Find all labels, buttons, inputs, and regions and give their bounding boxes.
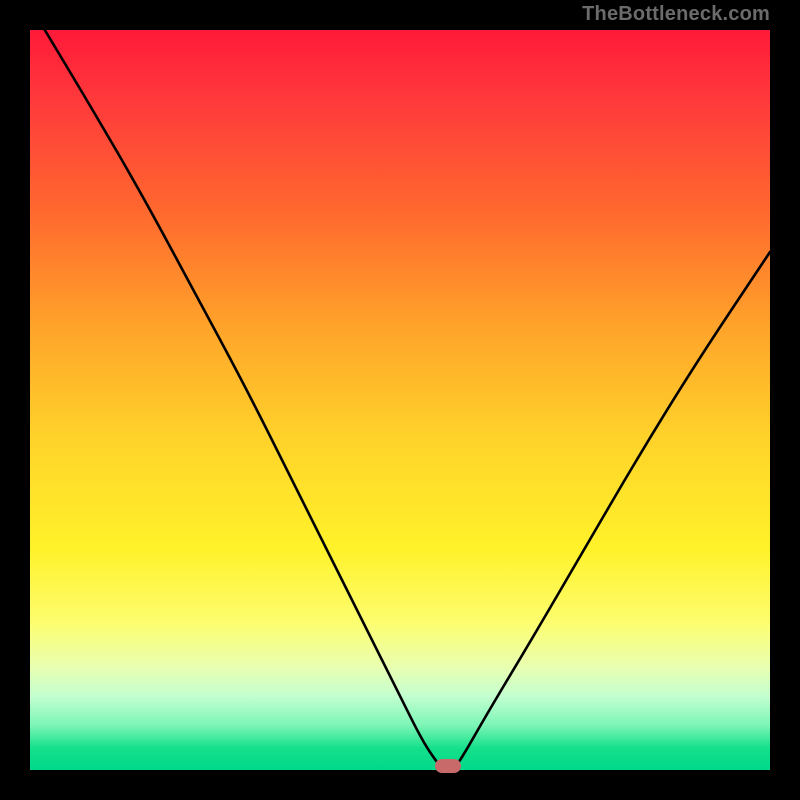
plot-area [30, 30, 770, 770]
watermark-text: TheBottleneck.com [582, 4, 770, 24]
bottleneck-curve-path [45, 30, 770, 770]
curve-svg [30, 30, 770, 770]
chart-stage: TheBottleneck.com [0, 0, 800, 800]
minimum-marker [435, 759, 461, 773]
